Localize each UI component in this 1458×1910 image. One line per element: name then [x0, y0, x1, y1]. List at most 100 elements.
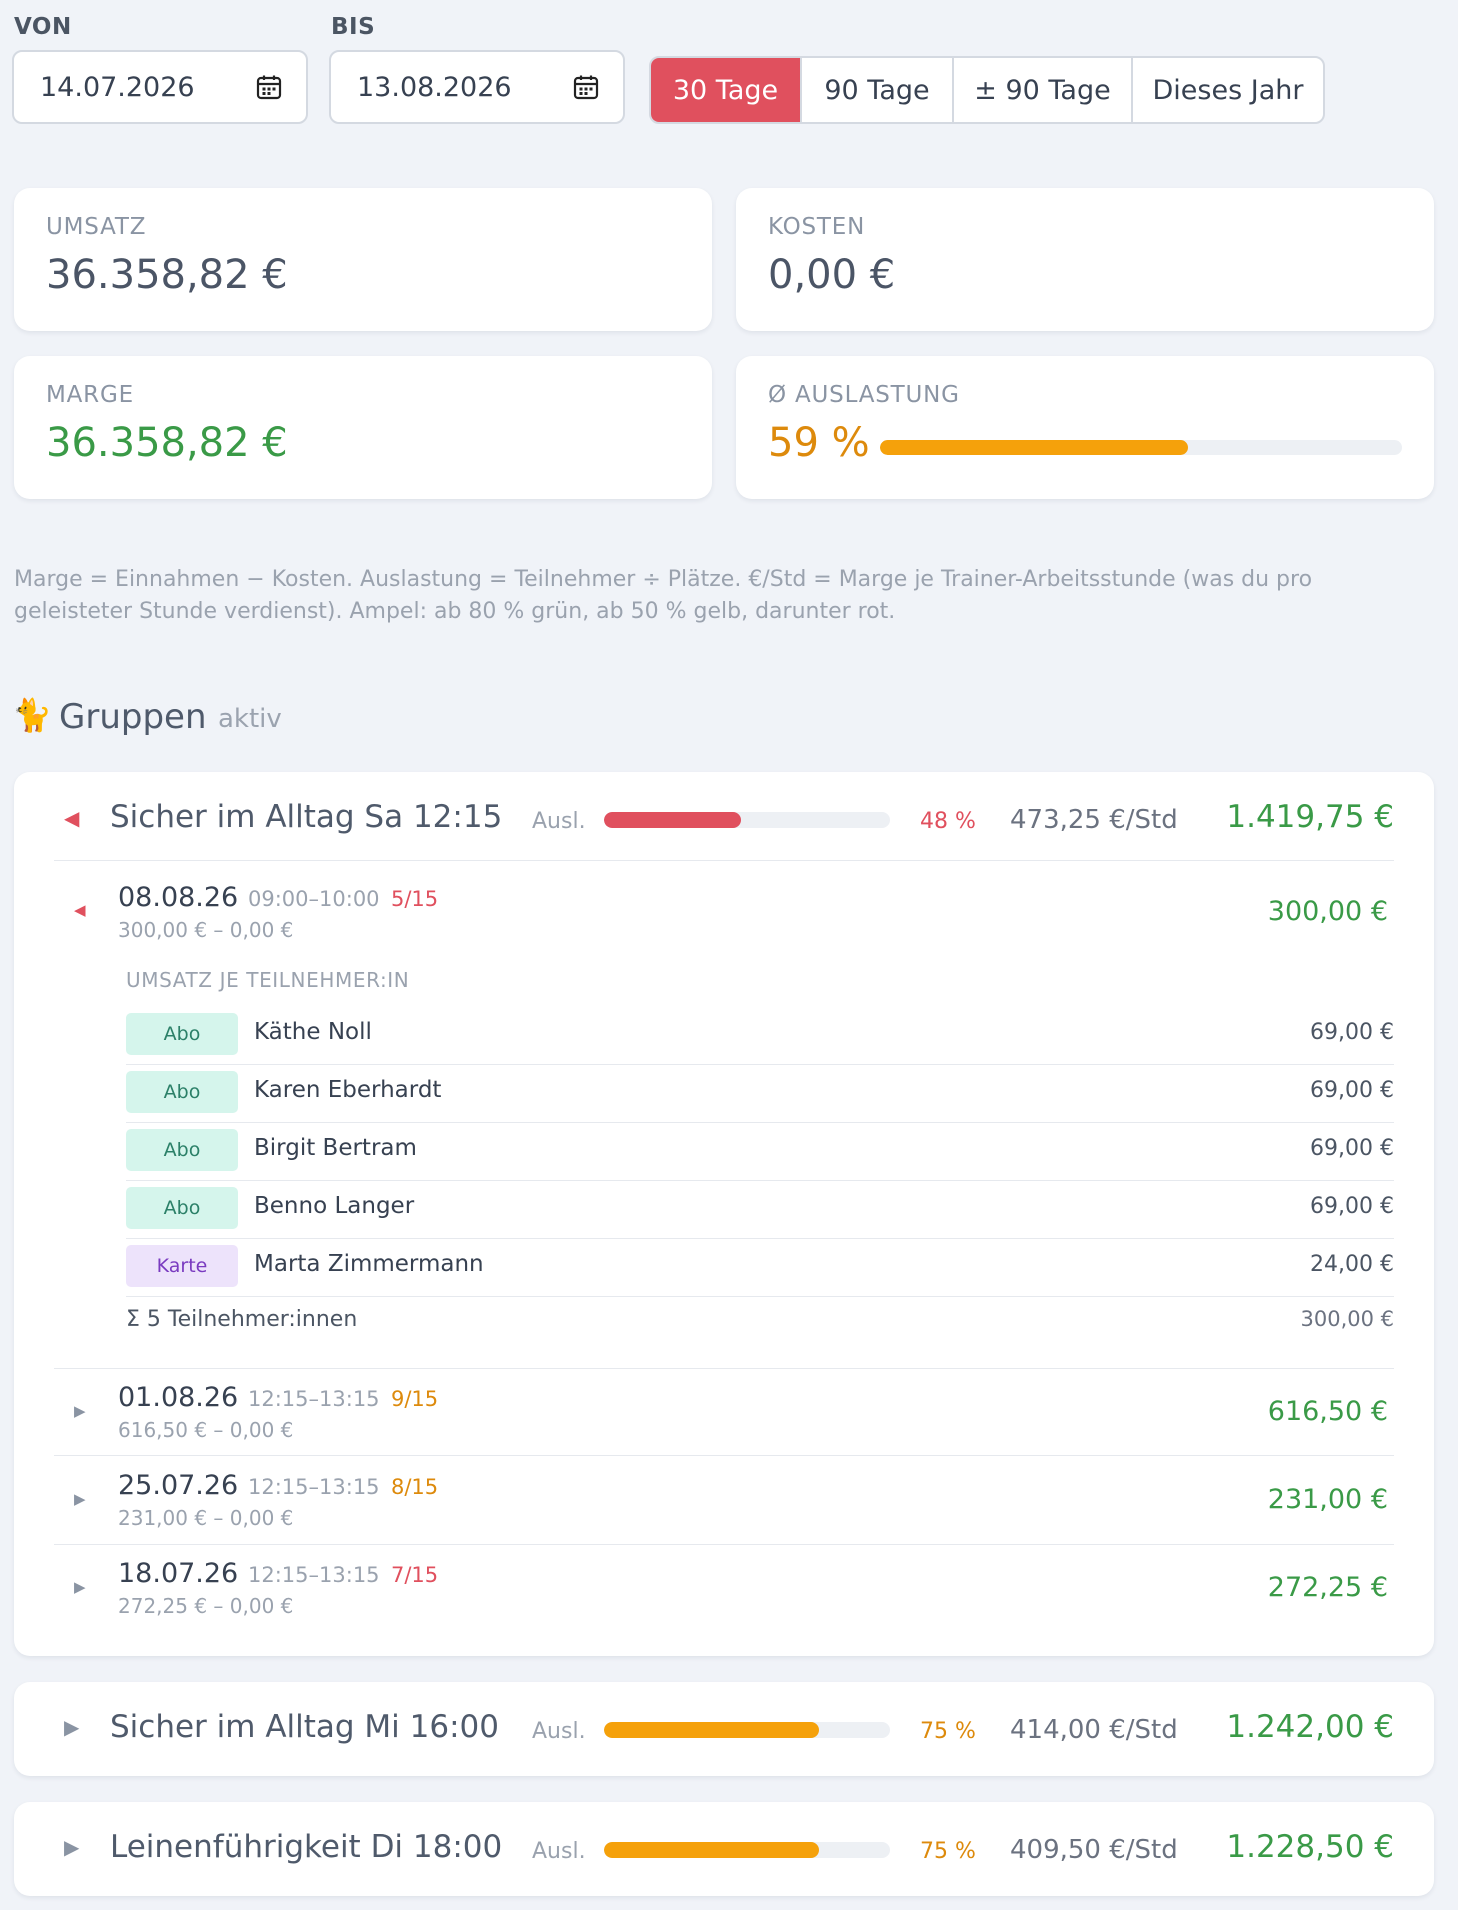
group-auslastung-fill [604, 1842, 819, 1858]
session-cost: 0,00 € [229, 1418, 294, 1442]
auslastung-label: Ausl. [532, 809, 586, 834]
collapse-triangle-icon[interactable]: ◀ [64, 806, 79, 830]
calendar-icon[interactable] [573, 74, 599, 100]
ticket-type-badge: Abo [126, 1129, 238, 1171]
group-total: 1.228,50 € [1226, 1829, 1394, 1865]
from-date-input[interactable]: 14.07.2026 [12, 50, 308, 124]
divider [126, 1122, 1394, 1123]
collapse-triangle-icon[interactable]: ◀ [74, 901, 86, 919]
auslastung-bar [880, 440, 1402, 455]
session-revenue: 300,00 € [118, 918, 208, 942]
group-auslastung-pct: 75 % [920, 1839, 976, 1864]
expand-triangle-icon[interactable]: ▶ [74, 1402, 86, 1420]
participant-amount: 24,00 € [1310, 1252, 1394, 1277]
session-revenue: 231,00 € [118, 1506, 208, 1530]
from-date-value: 14.07.2026 [40, 71, 195, 103]
calendar-icon[interactable] [256, 74, 282, 100]
divider [126, 1180, 1394, 1181]
participant-row: Abo Käthe Noll 69,00 € [126, 1013, 1394, 1071]
session-date[interactable]: 01.08.26 [118, 1382, 238, 1413]
divider [126, 1296, 1394, 1297]
session-time: 09:00–10:00 [248, 887, 380, 911]
expand-triangle-icon[interactable]: ▶ [64, 1715, 79, 1739]
participant-sum-amount: 300,00 € [1300, 1307, 1394, 1331]
participant-row: Karte Marta Zimmermann 24,00 € [126, 1245, 1394, 1303]
group-auslastung-pct: 75 % [920, 1719, 976, 1744]
session-cost: 0,00 € [229, 918, 294, 942]
expand-triangle-icon[interactable]: ▶ [74, 1578, 86, 1596]
ticket-type-badge: Karte [126, 1245, 238, 1287]
group-card[interactable]: ▶ Leinenführigkeit Di 18:00 Ausl. 75 % 4… [14, 1802, 1434, 1896]
participant-name: Marta Zimmermann [254, 1251, 484, 1277]
divider [54, 1544, 1394, 1545]
range-90-days-button[interactable]: 90 Tage [802, 58, 954, 122]
ticket-type-badge: Abo [126, 1187, 238, 1229]
kpi-value: 0,00 € [768, 252, 896, 298]
session-total: 300,00 € [1267, 896, 1388, 927]
session-cost: 0,00 € [229, 1506, 294, 1530]
range-30-days-button[interactable]: 30 Tage [651, 58, 802, 122]
group-per-hour: 473,25 €/Std [1010, 805, 1178, 835]
session-revenue: 272,25 € [118, 1594, 208, 1618]
group-card: ◀ Sicher im Alltag Sa 12:15 Ausl. 48 % 4… [14, 772, 1434, 1656]
session-date[interactable]: 18.07.26 [118, 1558, 238, 1589]
kpi-card-marge: MARGE 36.358,82 € [14, 356, 712, 499]
ticket-type-badge: Abo [126, 1013, 238, 1055]
group-title[interactable]: Sicher im Alltag Sa 12:15 [110, 799, 502, 835]
range-this-year-button[interactable]: Dieses Jahr [1133, 58, 1323, 122]
session-total: 231,00 € [1267, 1484, 1388, 1515]
divider [126, 1238, 1394, 1239]
kpi-card-auslastung: Ø AUSLASTUNG 59 % [736, 356, 1434, 499]
group-total: 1.419,75 € [1226, 799, 1394, 835]
group-title[interactable]: Leinenführigkeit Di 18:00 [110, 1829, 502, 1865]
kpi-label: Ø AUSLASTUNG [768, 382, 960, 408]
to-label: BIS [331, 14, 376, 40]
participant-amount: 69,00 € [1310, 1136, 1394, 1161]
to-date-value: 13.08.2026 [357, 71, 512, 103]
kpi-label: KOSTEN [768, 214, 866, 240]
session-total: 616,50 € [1267, 1396, 1388, 1427]
expand-triangle-icon[interactable]: ▶ [64, 1835, 79, 1859]
session-time: 12:15–13:15 [248, 1563, 380, 1587]
cat-icon: 🐈 [12, 696, 52, 734]
section-title: Gruppen [59, 697, 207, 737]
divider [54, 1368, 1394, 1369]
group-per-hour: 409,50 €/Std [1010, 1835, 1178, 1865]
from-label: VON [14, 14, 72, 40]
range-plusminus-90-days-button[interactable]: ± 90 Tage [954, 58, 1133, 122]
kpi-value: 36.358,82 € [46, 420, 288, 466]
kpi-value: 36.358,82 € [46, 252, 288, 298]
group-auslastung-pct: 48 % [920, 809, 976, 834]
participant-amount: 69,00 € [1310, 1020, 1394, 1045]
session-date[interactable]: 25.07.26 [118, 1470, 238, 1501]
divider [126, 1064, 1394, 1065]
group-auslastung-bar [604, 1722, 890, 1738]
group-title[interactable]: Sicher im Alltag Mi 16:00 [110, 1709, 499, 1745]
session-occupancy: 8/15 [391, 1475, 439, 1499]
participant-row: Abo Benno Langer 69,00 € [126, 1187, 1394, 1245]
kpi-label: UMSATZ [46, 214, 147, 240]
session-total: 272,25 € [1267, 1572, 1388, 1603]
auslastung-label: Ausl. [532, 1719, 586, 1744]
group-auslastung-bar [604, 1842, 890, 1858]
session-revenue: 616,50 € [118, 1418, 208, 1442]
kpi-card-umsatz: UMSATZ 36.358,82 € [14, 188, 712, 331]
group-card[interactable]: ▶ Sicher im Alltag Mi 16:00 Ausl. 75 % 4… [14, 1682, 1434, 1776]
participant-amount: 69,00 € [1310, 1194, 1394, 1219]
group-per-hour: 414,00 €/Std [1010, 1715, 1178, 1745]
session-occupancy: 5/15 [391, 887, 439, 911]
auslastung-label: Ausl. [532, 1839, 586, 1864]
kpi-label: MARGE [46, 382, 134, 408]
participant-name: Benno Langer [254, 1193, 415, 1219]
session-cost: 0,00 € [229, 1594, 294, 1618]
ticket-type-badge: Abo [126, 1071, 238, 1113]
explanation-note: Marge = Einnahmen − Kosten. Auslastung =… [14, 567, 1313, 624]
divider [54, 1455, 1394, 1456]
session-date[interactable]: 08.08.26 [118, 882, 238, 913]
kpi-value: 59 % [768, 420, 870, 466]
auslastung-bar-fill [880, 440, 1188, 455]
session-occupancy: 7/15 [391, 1563, 439, 1587]
expand-triangle-icon[interactable]: ▶ [74, 1490, 86, 1508]
breakdown-title: UMSATZ JE TEILNEHMER:IN [126, 968, 410, 992]
to-date-input[interactable]: 13.08.2026 [329, 50, 625, 124]
